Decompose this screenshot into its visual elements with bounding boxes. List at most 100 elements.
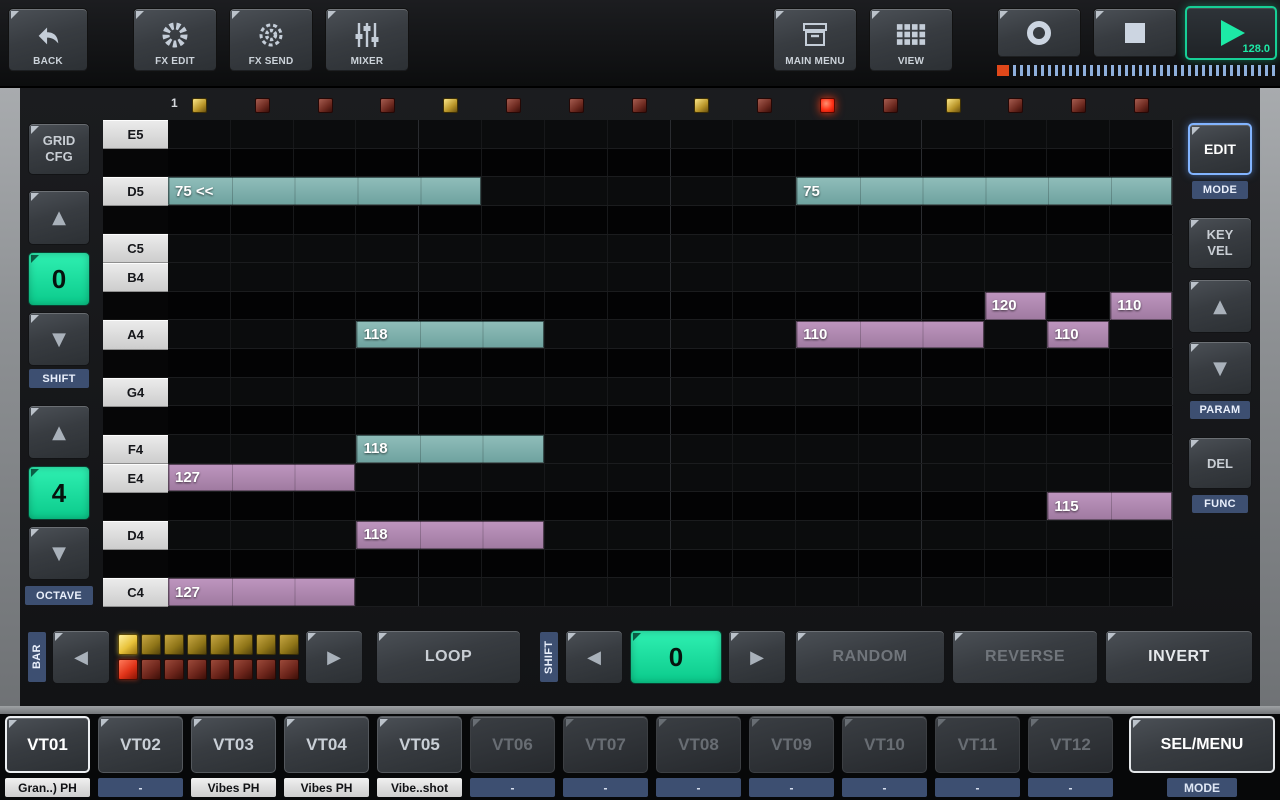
grid-cell[interactable] <box>231 378 294 406</box>
grid-cell[interactable] <box>482 149 545 177</box>
grid-cell[interactable] <box>168 521 231 549</box>
grid-cell[interactable] <box>231 435 294 463</box>
note-event[interactable]: 118 <box>356 321 543 349</box>
main-menu-button[interactable]: MAIN MENU <box>773 8 857 72</box>
grid-cell[interactable] <box>922 492 985 520</box>
grid-cell[interactable] <box>545 263 608 291</box>
grid-cell[interactable] <box>985 378 1048 406</box>
grid-cell[interactable] <box>1047 464 1110 492</box>
grid-cell[interactable] <box>168 378 231 406</box>
grid-cell[interactable] <box>608 263 671 291</box>
note-event[interactable]: 118 <box>356 521 543 549</box>
grid-cell[interactable] <box>1110 578 1173 606</box>
track-button-vt04[interactable]: VT04 <box>284 716 369 773</box>
record-button[interactable] <box>997 8 1081 58</box>
grid-cell[interactable] <box>671 206 734 234</box>
grid-cell[interactable] <box>545 578 608 606</box>
note-event[interactable]: 75 << <box>168 177 481 205</box>
note-event[interactable]: 110 <box>796 321 983 349</box>
bar-indicator-icon[interactable] <box>164 634 184 655</box>
track-button-vt12[interactable]: VT12 <box>1028 716 1113 773</box>
invert-button[interactable]: INVERT <box>1105 630 1253 684</box>
grid-cell[interactable] <box>859 206 922 234</box>
grid-cell[interactable] <box>1047 149 1110 177</box>
grid-cell[interactable] <box>545 492 608 520</box>
shift-down-button[interactable]: ▼ <box>28 312 90 366</box>
grid-cell[interactable] <box>294 349 357 377</box>
bar-indicator-icon[interactable] <box>118 634 138 655</box>
step-marker-icon[interactable] <box>443 98 458 113</box>
grid-cell[interactable] <box>1110 406 1173 434</box>
grid-cell[interactable] <box>733 435 796 463</box>
param-up-button[interactable]: ▲ <box>1188 279 1252 333</box>
grid-cell[interactable] <box>796 263 859 291</box>
grid-cell[interactable] <box>356 235 419 263</box>
grid-cell[interactable] <box>608 521 671 549</box>
grid-cell[interactable] <box>671 578 734 606</box>
grid-cell[interactable] <box>1047 378 1110 406</box>
grid-cell[interactable] <box>419 206 482 234</box>
note-key-d5[interactable]: D5 <box>103 177 168 206</box>
grid-cell[interactable] <box>922 349 985 377</box>
grid-cell[interactable] <box>1047 235 1110 263</box>
note-key-cs4[interactable] <box>103 550 168 578</box>
shift-amount-display[interactable]: 0 <box>630 630 722 684</box>
random-button[interactable]: RANDOM <box>795 630 945 684</box>
grid-cell[interactable] <box>985 263 1048 291</box>
grid-cell[interactable] <box>545 406 608 434</box>
grid-cell[interactable] <box>608 320 671 348</box>
bar-indicator-icon[interactable] <box>118 659 138 680</box>
step-marker-icon[interactable] <box>1134 98 1149 113</box>
grid-cell[interactable] <box>356 578 419 606</box>
grid-cell[interactable] <box>1110 235 1173 263</box>
step-marker-icon[interactable] <box>318 98 333 113</box>
note-key-e4[interactable]: E4 <box>103 464 168 493</box>
grid-cell[interactable] <box>671 149 734 177</box>
grid-cell[interactable] <box>671 235 734 263</box>
grid-cell[interactable] <box>922 235 985 263</box>
grid-cell[interactable] <box>985 349 1048 377</box>
grid-cell[interactable] <box>419 464 482 492</box>
grid-cell[interactable] <box>545 378 608 406</box>
bar-indicator-icon[interactable] <box>141 659 161 680</box>
grid-cell[interactable] <box>231 406 294 434</box>
grid-cell[interactable] <box>608 406 671 434</box>
note-key-ds4[interactable] <box>103 493 168 521</box>
grid-cell[interactable] <box>671 177 734 205</box>
step-marker-icon[interactable] <box>883 98 898 113</box>
grid-cell[interactable] <box>796 235 859 263</box>
grid-cell[interactable] <box>796 435 859 463</box>
grid-cell[interactable] <box>608 177 671 205</box>
grid-cell[interactable] <box>1047 349 1110 377</box>
octave-value-display[interactable]: 4 <box>28 466 90 520</box>
grid-cell[interactable] <box>1047 578 1110 606</box>
grid-cell[interactable] <box>356 292 419 320</box>
grid-cell[interactable] <box>733 550 796 578</box>
grid-cell[interactable] <box>796 120 859 148</box>
grid-cell[interactable] <box>671 550 734 578</box>
grid-cell[interactable] <box>922 521 985 549</box>
grid-cell[interactable] <box>733 263 796 291</box>
grid-cell[interactable] <box>671 492 734 520</box>
bar-indicator-icon[interactable] <box>256 659 276 680</box>
track-button-vt06[interactable]: VT06 <box>470 716 555 773</box>
note-key-f4[interactable]: F4 <box>103 435 168 464</box>
grid-cell[interactable] <box>356 378 419 406</box>
grid-cell[interactable] <box>356 492 419 520</box>
grid-cell[interactable] <box>545 320 608 348</box>
grid-cell[interactable] <box>294 320 357 348</box>
grid-cell[interactable] <box>1110 378 1173 406</box>
grid-cell[interactable] <box>419 149 482 177</box>
grid-cell[interactable] <box>231 263 294 291</box>
grid-cell[interactable] <box>608 120 671 148</box>
grid-cell[interactable] <box>231 206 294 234</box>
note-key-g4[interactable]: G4 <box>103 378 168 407</box>
track-button-vt10[interactable]: VT10 <box>842 716 927 773</box>
grid-cell[interactable] <box>482 406 545 434</box>
grid-cell[interactable] <box>545 292 608 320</box>
note-event[interactable]: 75 <box>796 177 1172 205</box>
grid-cell[interactable] <box>294 206 357 234</box>
grid-cell[interactable] <box>985 464 1048 492</box>
step-marker-icon[interactable] <box>946 98 961 113</box>
step-marker-icon[interactable] <box>192 98 207 113</box>
